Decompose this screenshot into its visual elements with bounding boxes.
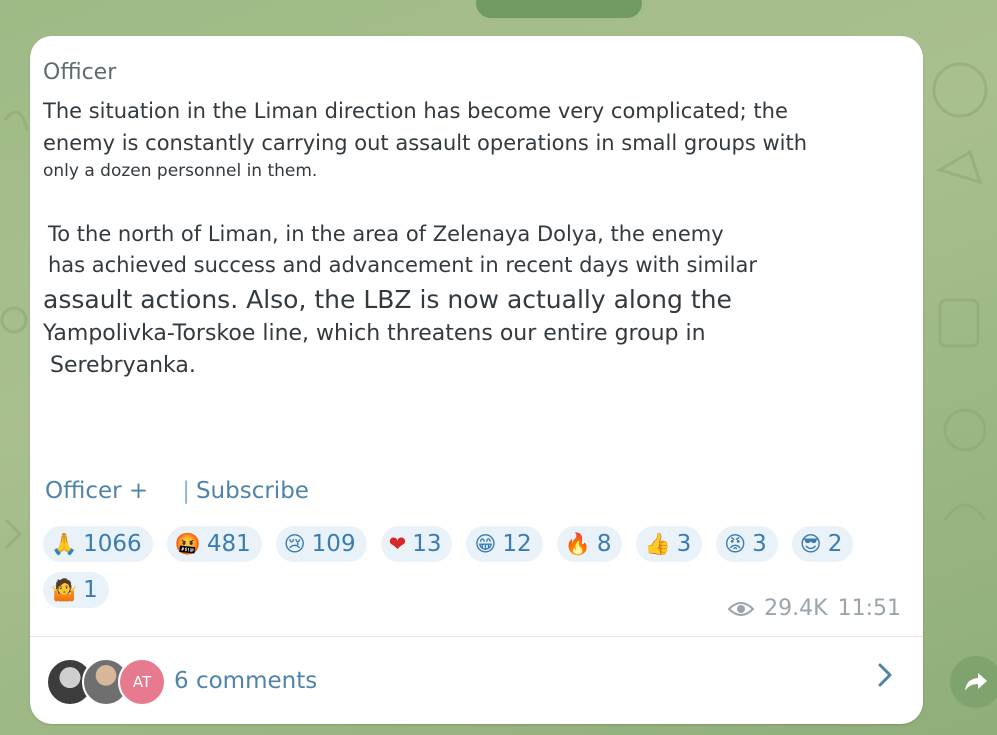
reaction-pill[interactable]: 🤷 1 bbox=[43, 572, 109, 608]
comments-button[interactable]: AT 6 comments bbox=[30, 637, 923, 724]
date-pill bbox=[476, 0, 642, 18]
message-line: To the north of Liman, in the area of Ze… bbox=[48, 221, 724, 246]
avatar: AT bbox=[118, 657, 166, 706]
message-time: 11:51 bbox=[837, 596, 901, 621]
red-heart-icon: ❤ bbox=[388, 531, 407, 556]
commenter-avatars: AT bbox=[46, 656, 186, 706]
comments-label: 6 comments bbox=[174, 667, 318, 694]
reaction-count: 8 bbox=[596, 531, 612, 557]
message-line: assault actions. Also, the LBZ is now ac… bbox=[43, 284, 732, 314]
chevron-right-icon bbox=[878, 663, 892, 687]
crying-face-icon: 😢 bbox=[283, 531, 306, 556]
message-line: Serebryanka. bbox=[50, 352, 196, 378]
cursing-face-icon: 🤬 bbox=[174, 531, 201, 556]
angry-face-icon: 😡 bbox=[724, 531, 747, 556]
reaction-pill[interactable]: 🔥 8 bbox=[556, 526, 623, 562]
share-button[interactable] bbox=[950, 656, 997, 708]
reaction-pill[interactable]: ❤ 13 bbox=[380, 526, 453, 562]
reaction-count: 3 bbox=[752, 531, 767, 557]
reaction-pill[interactable]: 🙏 1066 bbox=[43, 526, 153, 562]
channel-link[interactable]: Officer + bbox=[45, 478, 148, 504]
message-line: Yampolivka-Torskoe line, which threatens… bbox=[43, 320, 706, 346]
reaction-count: 481 bbox=[206, 531, 251, 557]
reaction-count: 3 bbox=[676, 531, 692, 557]
message-meta: 29.4K 11:51 bbox=[728, 596, 901, 621]
reaction-pill[interactable]: 😡 3 bbox=[716, 526, 778, 562]
share-arrow-icon bbox=[965, 673, 987, 691]
reaction-count: 12 bbox=[502, 531, 532, 557]
message-line: only a dozen personnel in them. bbox=[43, 161, 318, 181]
eye-icon bbox=[728, 601, 755, 616]
message-bubble: Officer The situation in the Liman direc… bbox=[30, 36, 923, 724]
sender-name[interactable]: Officer bbox=[43, 60, 116, 85]
reaction-count: 2 bbox=[827, 531, 843, 557]
link-separator: | bbox=[182, 478, 190, 504]
reaction-pill[interactable]: 🤬 481 bbox=[166, 526, 262, 562]
message-text: The situation in the Liman direction has… bbox=[43, 96, 903, 382]
shrug-icon: 🤷 bbox=[51, 577, 78, 602]
fire-icon: 🔥 bbox=[564, 531, 591, 556]
reaction-count: 109 bbox=[311, 531, 356, 557]
view-count: 29.4K bbox=[764, 596, 828, 621]
subscribe-link[interactable]: Subscribe bbox=[196, 478, 309, 504]
reaction-pill[interactable]: 😢 109 bbox=[275, 526, 367, 562]
message-line: enemy is constantly carrying out assault… bbox=[43, 130, 808, 155]
sunglasses-face-icon: 😎 bbox=[799, 531, 822, 556]
reaction-count: 1 bbox=[83, 577, 98, 603]
reaction-pill[interactable]: 😎 2 bbox=[791, 526, 854, 562]
thumbs-up-icon: 👍 bbox=[644, 531, 671, 556]
reaction-count: 1066 bbox=[83, 531, 142, 557]
reaction-pill[interactable]: 👍 3 bbox=[636, 526, 703, 562]
post-footer-links: Officer + | Subscribe bbox=[45, 478, 309, 504]
message-line: has achieved success and advancement in … bbox=[48, 253, 757, 277]
message-line: The situation in the Liman direction has… bbox=[43, 99, 788, 123]
reaction-count: 13 bbox=[412, 531, 442, 557]
reaction-pill[interactable]: 😁 12 bbox=[466, 526, 543, 562]
folded-hands-icon: 🙏 bbox=[51, 531, 78, 556]
grinning-face-icon: 😁 bbox=[474, 531, 497, 556]
